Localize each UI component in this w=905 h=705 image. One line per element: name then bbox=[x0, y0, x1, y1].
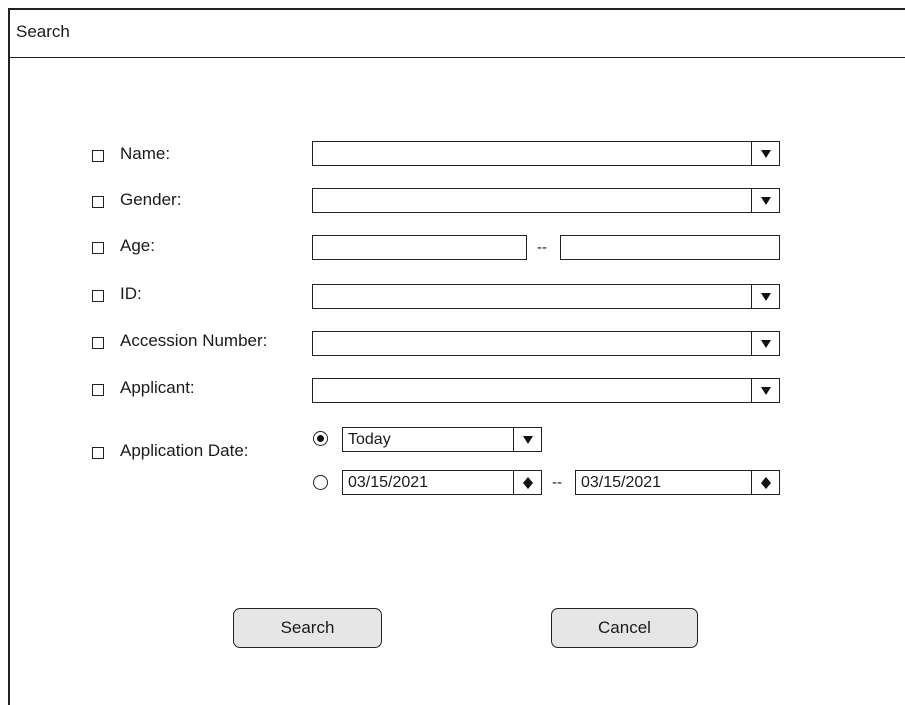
search-dialog: Search Name: Gender: Age: -- ID: Accessi… bbox=[8, 8, 905, 705]
id-dropdown[interactable] bbox=[312, 284, 780, 309]
chevron-down-icon bbox=[760, 386, 771, 395]
age-to-input[interactable] bbox=[560, 235, 780, 260]
date-range-radio[interactable] bbox=[313, 475, 328, 490]
gender-checkbox[interactable] bbox=[92, 196, 104, 208]
name-dropdown[interactable] bbox=[312, 141, 780, 166]
accession-checkbox[interactable] bbox=[92, 337, 104, 349]
name-label: Name: bbox=[120, 144, 171, 163]
age-checkbox[interactable] bbox=[92, 242, 104, 254]
date-from-value: 03/15/2021 bbox=[348, 474, 429, 491]
search-button[interactable]: Search bbox=[233, 608, 382, 648]
accession-label: Accession Number: bbox=[120, 331, 268, 350]
applicant-dropdown-arrow[interactable] bbox=[751, 379, 779, 402]
accession-dropdown-arrow[interactable] bbox=[751, 332, 779, 355]
name-dropdown-arrow[interactable] bbox=[751, 142, 779, 165]
date-preset-value: Today bbox=[348, 431, 391, 448]
name-checkbox[interactable] bbox=[92, 150, 104, 162]
date-preset-dropdown[interactable]: Today bbox=[342, 427, 542, 452]
date-from-picker[interactable]: 03/15/2021 bbox=[342, 470, 542, 495]
applicant-checkbox[interactable] bbox=[92, 384, 104, 396]
id-label: ID: bbox=[120, 284, 142, 303]
cancel-button[interactable]: Cancel bbox=[551, 608, 698, 648]
up-down-icon bbox=[760, 476, 771, 489]
chevron-down-icon bbox=[522, 435, 533, 444]
id-dropdown-arrow[interactable] bbox=[751, 285, 779, 308]
date-range-separator: -- bbox=[552, 474, 562, 491]
date-preset-dropdown-arrow[interactable] bbox=[513, 428, 541, 451]
accession-dropdown[interactable] bbox=[312, 331, 780, 356]
age-range-separator: -- bbox=[537, 239, 547, 256]
chevron-down-icon bbox=[760, 339, 771, 348]
date-to-value: 03/15/2021 bbox=[581, 474, 662, 491]
date-from-spinner[interactable] bbox=[513, 471, 541, 494]
date-preset-radio[interactable] bbox=[313, 431, 328, 446]
application-date-checkbox[interactable] bbox=[92, 447, 104, 459]
gender-label: Gender: bbox=[120, 190, 182, 209]
application-date-label: Application Date: bbox=[120, 441, 249, 460]
gender-dropdown-arrow[interactable] bbox=[751, 189, 779, 212]
up-down-icon bbox=[522, 476, 533, 489]
title-bar: Search bbox=[10, 10, 905, 58]
date-to-picker[interactable]: 03/15/2021 bbox=[575, 470, 780, 495]
radio-selected-dot bbox=[317, 435, 324, 442]
chevron-down-icon bbox=[760, 292, 771, 301]
applicant-label: Applicant: bbox=[120, 378, 195, 397]
age-from-input[interactable] bbox=[312, 235, 527, 260]
applicant-dropdown[interactable] bbox=[312, 378, 780, 403]
window-title: Search bbox=[16, 22, 70, 41]
chevron-down-icon bbox=[760, 196, 771, 205]
gender-dropdown[interactable] bbox=[312, 188, 780, 213]
age-label: Age: bbox=[120, 236, 155, 255]
date-to-spinner[interactable] bbox=[751, 471, 779, 494]
id-checkbox[interactable] bbox=[92, 290, 104, 302]
chevron-down-icon bbox=[760, 149, 771, 158]
